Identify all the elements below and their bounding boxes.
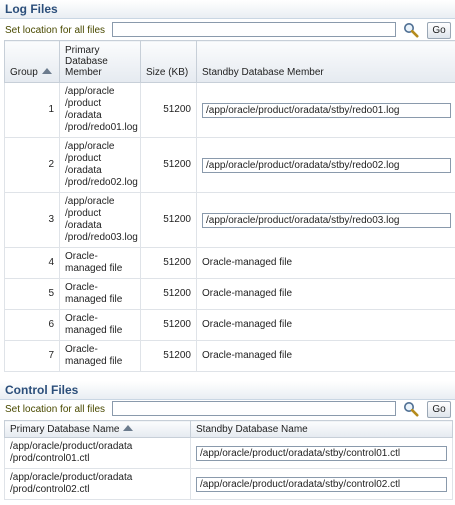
standby-member-cell: Oracle-managed file xyxy=(196,309,455,341)
column-header-group[interactable]: Group xyxy=(4,40,60,83)
table-row: 1 /app/oracle /product /oradata /prod/re… xyxy=(4,82,455,138)
control-files-location-input[interactable] xyxy=(112,401,396,416)
group-cell: 1 xyxy=(4,82,60,138)
standby-member-cell: Oracle-managed file xyxy=(196,340,455,372)
standby-member-cell: Oracle-managed file xyxy=(196,278,455,310)
table-row: 2 /app/oracle /product /oradata /prod/re… xyxy=(4,137,455,193)
standby-member-cell: Oracle-managed file xyxy=(196,247,455,279)
column-header-standby-member: Standby Database Member xyxy=(196,40,455,83)
search-icon[interactable] xyxy=(403,401,419,417)
size-cell: 51200 xyxy=(140,192,197,248)
standby-name-cell xyxy=(190,468,453,500)
log-files-location-label: Set location for all files xyxy=(5,25,106,36)
log-files-table: Group Primary Database Member Size (KB) … xyxy=(4,40,455,372)
sort-ascending-icon xyxy=(123,424,134,431)
column-header-primary-name[interactable]: Primary Database Name xyxy=(4,420,191,438)
column-header-size: Size (KB) xyxy=(140,40,197,83)
log-files-header: Log Files xyxy=(0,0,455,19)
size-cell: 51200 xyxy=(140,278,197,310)
primary-member-cell: /app/oracle /product /oradata /prod/redo… xyxy=(59,192,141,248)
table-row: 7 Oracle-managed file 51200 Oracle-manag… xyxy=(4,340,455,372)
standby-member-cell xyxy=(196,192,455,248)
size-cell: 51200 xyxy=(140,309,197,341)
column-header-primary-name-label: Primary Database Name xyxy=(10,423,120,435)
control-files-table: Primary Database Name Standby Database N… xyxy=(4,420,453,500)
standby-member-cell xyxy=(196,82,455,138)
control-files-title: Control Files xyxy=(5,383,79,397)
control-files-go-button[interactable]: Go xyxy=(427,401,451,418)
log-files-title: Log Files xyxy=(5,2,58,16)
group-cell: 4 xyxy=(4,247,60,279)
standby-name-cell xyxy=(190,437,453,469)
table-row: 3 /app/oracle /product /oradata /prod/re… xyxy=(4,192,455,248)
table-row: 5 Oracle-managed file 51200 Oracle-manag… xyxy=(4,278,455,310)
primary-member-cell: Oracle-managed file xyxy=(59,309,141,341)
control-files-header: Control Files xyxy=(0,381,455,400)
table-row: 4 Oracle-managed file 51200 Oracle-manag… xyxy=(4,247,455,279)
primary-member-cell: Oracle-managed file xyxy=(59,247,141,279)
standby-name-input[interactable] xyxy=(196,445,447,461)
primary-member-cell: Oracle-managed file xyxy=(59,278,141,310)
log-files-location-input[interactable] xyxy=(112,22,396,37)
search-icon[interactable] xyxy=(403,22,419,38)
size-cell: 51200 xyxy=(140,247,197,279)
standby-name-input[interactable] xyxy=(196,476,447,492)
column-header-primary-member: Primary Database Member xyxy=(59,40,141,83)
log-files-go-button[interactable]: Go xyxy=(427,22,451,39)
control-files-location-row: Set location for all files Go xyxy=(0,399,455,421)
primary-member-cell: /app/oracle /product /oradata /prod/redo… xyxy=(59,137,141,193)
table-row: 6 Oracle-managed file 51200 Oracle-manag… xyxy=(4,309,455,341)
primary-member-cell: Oracle-managed file xyxy=(59,340,141,372)
control-files-header-row: Primary Database Name Standby Database N… xyxy=(4,420,453,438)
standby-member-input[interactable] xyxy=(202,102,451,118)
column-header-standby-name: Standby Database Name xyxy=(190,420,453,438)
size-cell: 51200 xyxy=(140,82,197,138)
control-files-location-label: Set location for all files xyxy=(5,404,106,415)
group-cell: 3 xyxy=(4,192,60,248)
log-files-location-row: Set location for all files Go xyxy=(0,20,455,42)
standby-member-input[interactable] xyxy=(202,212,451,228)
group-cell: 7 xyxy=(4,340,60,372)
group-cell: 2 xyxy=(4,137,60,193)
size-cell: 51200 xyxy=(140,137,197,193)
log-files-header-row: Group Primary Database Member Size (KB) … xyxy=(4,40,455,83)
column-header-group-label: Group xyxy=(10,67,38,78)
primary-member-cell: /app/oracle /product /oradata /prod/redo… xyxy=(59,82,141,138)
sort-ascending-icon xyxy=(41,68,52,74)
table-row: /app/oracle/product/oradata /prod/contro… xyxy=(4,437,453,469)
table-row: /app/oracle/product/oradata /prod/contro… xyxy=(4,468,453,500)
group-cell: 6 xyxy=(4,309,60,341)
primary-name-cell: /app/oracle/product/oradata /prod/contro… xyxy=(4,468,191,500)
standby-member-input[interactable] xyxy=(202,157,451,173)
group-cell: 5 xyxy=(4,278,60,310)
standby-member-cell xyxy=(196,137,455,193)
size-cell: 51200 xyxy=(140,340,197,372)
primary-name-cell: /app/oracle/product/oradata /prod/contro… xyxy=(4,437,191,469)
